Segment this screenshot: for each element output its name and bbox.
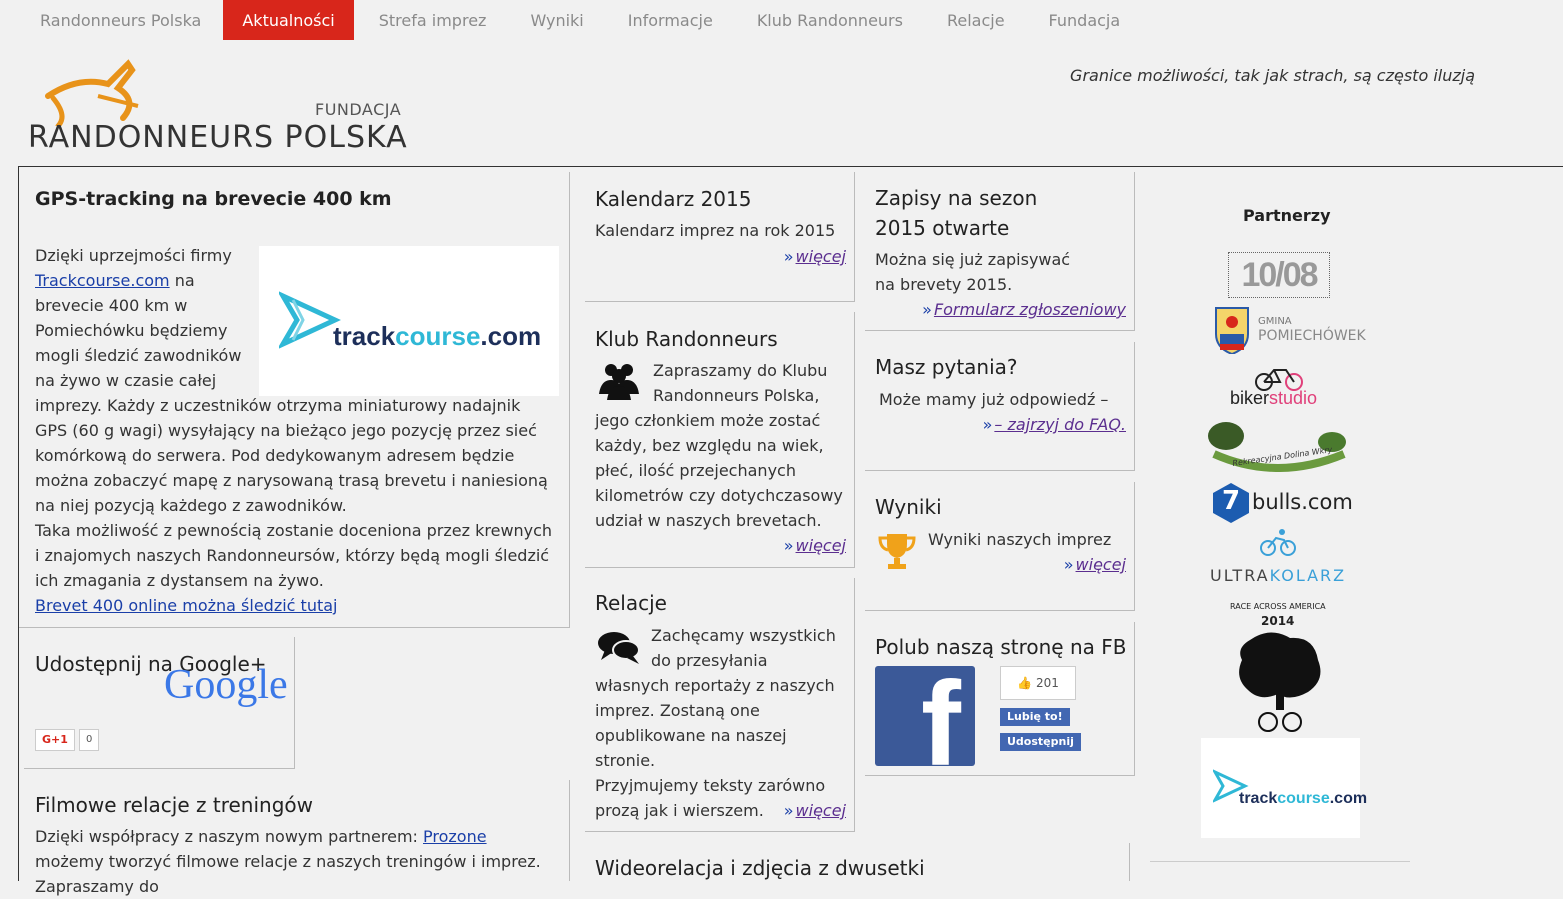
wideo-box: Wideorelacja i zdjęcia z dwusetki — [585, 843, 1130, 881]
kalendarz-box: Kalendarz 2015 Kalendarz imprez na rok 2… — [585, 172, 855, 302]
more-arrow-icon: » — [783, 536, 794, 555]
nav-randonneurs-polska[interactable]: Randonneurs Polska — [18, 0, 223, 40]
zapisy-form-link[interactable]: Formularz zgłoszeniowy — [934, 300, 1126, 319]
trackcourse-link[interactable]: Trackcourse.com — [35, 271, 170, 290]
more-arrow-icon: » — [783, 801, 794, 820]
fb-like-count: 👍 201 — [1000, 666, 1076, 700]
fb-share-button[interactable]: Udostępnij — [1000, 733, 1081, 751]
gplus-box: Udostępnij na Google+ Google G+1 0 — [24, 637, 295, 769]
partner-1008[interactable]: 10/08 — [1228, 252, 1330, 298]
kalendarz-more-link[interactable]: więcej — [796, 247, 846, 266]
kalendarz-title[interactable]: Kalendarz 2015 — [595, 184, 751, 214]
nav-relacje[interactable]: Relacje — [925, 0, 1027, 40]
pytania-text: Może mamy już odpowiedź – — [879, 390, 1109, 409]
partner-7bulls[interactable]: 7 bulls.com — [1212, 482, 1353, 524]
site-logo[interactable]: FUNDACJA RANDONNEURS POLSKA — [28, 56, 408, 156]
relacje-more-link[interactable]: więcej — [796, 801, 846, 820]
gps-text-2: Taka możliwość z pewnością zostanie doce… — [35, 521, 553, 590]
gps-title[interactable]: GPS-tracking na brevecie 400 km — [35, 184, 555, 214]
nav-informacje[interactable]: Informacje — [606, 0, 735, 40]
kalendarz-text: Kalendarz imprez na rok 2015 — [595, 221, 836, 240]
nav-wyniki[interactable]: Wyniki — [508, 0, 605, 40]
top-nav: Randonneurs Polska Aktualności Strefa im… — [18, 0, 1142, 40]
partner-trackcourse[interactable]: trackcourse.com — [1201, 738, 1367, 838]
sidebar-divider — [1150, 861, 1410, 862]
brevet-online-link[interactable]: Brevet 400 online można śledzić tutaj — [35, 596, 337, 615]
gps-article: GPS-tracking na brevecie 400 km trackcou… — [19, 172, 570, 628]
wyniki-box: Wyniki Wyniki naszych imprez » więcej — [865, 482, 1135, 611]
logo-foundation-text: FUNDACJA — [315, 100, 402, 119]
nav-aktualnosci[interactable]: Aktualności — [223, 0, 354, 40]
cyclist-icon — [1260, 529, 1296, 556]
klub-more-link[interactable]: więcej — [796, 536, 846, 555]
more-arrow-icon: » — [1063, 555, 1074, 574]
rider-logo-icon — [45, 59, 139, 126]
zapisy-box: Zapisy na sezon 2015 otwarte Można się j… — [865, 172, 1135, 331]
thumbs-up-icon: 👍 — [1017, 676, 1033, 690]
pytania-title[interactable]: Masz pytania? — [875, 352, 1018, 382]
wideo-title[interactable]: Wideorelacja i zdjęcia z dwusetki — [595, 853, 925, 883]
klub-text: Zapraszamy do Klubu Randonneurs Polska, … — [595, 361, 843, 530]
film-title[interactable]: Filmowe relacje z treningów — [35, 790, 313, 820]
faq-link[interactable]: – zajrzyj do FAQ. — [994, 415, 1126, 434]
tree-bicycle-icon — [1239, 632, 1321, 732]
nav-strefa-imprez[interactable]: Strefa imprez — [357, 0, 509, 40]
more-arrow-icon: » — [982, 415, 993, 434]
wyniki-more-link[interactable]: więcej — [1076, 555, 1126, 574]
gplus-count: 0 — [79, 729, 100, 751]
gplus-button[interactable]: G+1 — [35, 729, 75, 751]
partner-gmina-pomiechowek[interactable]: GMINA POMIECHÓWEK — [1212, 304, 1366, 356]
partner-ultrakolarz[interactable]: ULTRAKOLARZ — [1210, 528, 1350, 588]
wyniki-title[interactable]: Wyniki — [875, 492, 942, 522]
nav-klub-randonneurs[interactable]: Klub Randonneurs — [735, 0, 925, 40]
fb-box: Polub naszą stronę na FB f 👍 201 Lubię t… — [865, 622, 1135, 776]
fb-title[interactable]: Polub naszą stronę na FB — [875, 632, 1126, 662]
zapisy-text: Można się już zapisywać na brevety 2015. — [875, 250, 1071, 294]
more-arrow-icon: » — [922, 300, 932, 319]
nav-fundacja[interactable]: Fundacja — [1027, 0, 1143, 40]
partner-bikerstudio[interactable]: bikerstudio — [1220, 366, 1340, 416]
wyniki-text: Wyniki naszych imprez — [928, 530, 1112, 549]
trophy-icon — [878, 534, 916, 569]
more-arrow-icon: » — [783, 247, 794, 266]
partners-title: Partnerzy — [1243, 206, 1331, 225]
partner-rekreacyjna-dolina-wkry[interactable]: Rekreacyjna Dolina Wkry — [1204, 420, 1350, 472]
klub-title[interactable]: Klub Randonneurs — [595, 324, 778, 354]
relacje-box: Relacje Zachęcamy wszystkich do przesyła… — [585, 578, 855, 832]
facebook-logo-icon[interactable]: f — [875, 666, 975, 766]
relacje-text: Zachęcamy wszystkich do przesyłania włas… — [595, 626, 836, 820]
pytania-box: Masz pytania? Może mamy już odpowiedź – … — [865, 342, 1135, 471]
fb-like-button[interactable]: Lubię to! — [1000, 708, 1070, 726]
prozone-link[interactable]: Prozone — [423, 827, 487, 846]
partner-race-across-america[interactable]: RACE ACROSS AMERICA 2014 — [1220, 600, 1340, 734]
relacje-title[interactable]: Relacje — [595, 588, 667, 618]
coat-of-arms-icon — [1215, 307, 1249, 354]
zapisy-title[interactable]: Zapisy na sezon 2015 otwarte — [875, 183, 1085, 243]
content-top-border — [18, 166, 1563, 167]
klub-box: Klub Randonneurs Zapraszamy do Klubu Ran… — [585, 312, 855, 568]
film-text: Dzięki współpracy z naszym nowym partner… — [35, 827, 541, 896]
film-article: Filmowe relacje z treningów Dzięki współ… — [24, 780, 570, 896]
logo-name-text: RANDONNEURS POLSKA — [28, 120, 408, 155]
motto: Granice możliwości, tak jak strach, są c… — [1070, 66, 1475, 85]
google-logo: Google — [164, 662, 288, 708]
gps-text-1: Dzięki uprzejmości firmy Trackcourse.com… — [35, 246, 548, 515]
